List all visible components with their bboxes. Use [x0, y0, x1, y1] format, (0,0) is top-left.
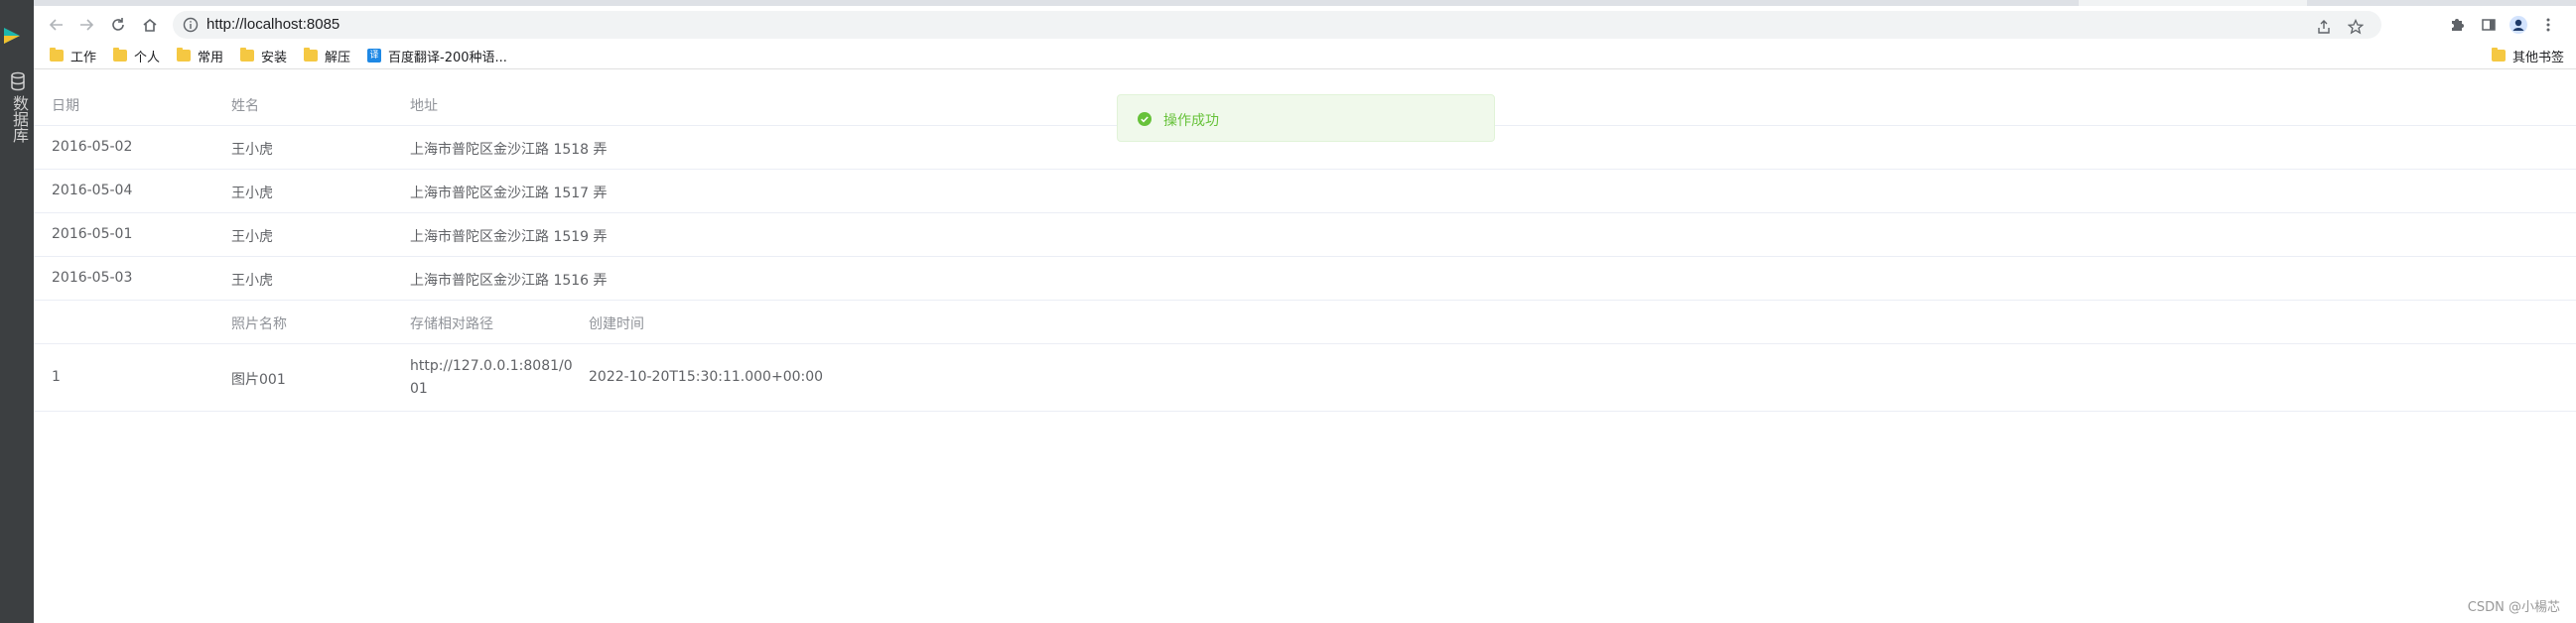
folder-icon — [177, 48, 191, 62]
photo-name-cell: 图片001 — [231, 372, 286, 388]
storage-path-cell: http://127.0.0.1:8081/0 01 — [410, 358, 573, 397]
table-row[interactable]: 2016-05-03 王小虎 上海市普陀区金沙江路 1516 弄 — [34, 257, 2576, 301]
date-cell: 2016-05-02 — [52, 139, 133, 155]
bookmarks-bar: 工作 个人 常用 安装 解压 译百度翻译-200种语... 其他书签 — [34, 42, 2576, 69]
column-header-address[interactable]: 地址 — [410, 95, 438, 115]
puzzle-icon — [2452, 19, 2464, 31]
column-header-photo-name[interactable]: 照片名称 — [231, 313, 287, 333]
share-icon — [2318, 20, 2330, 34]
folder-icon — [240, 48, 254, 62]
name-cell: 王小虎 — [231, 273, 273, 289]
back-button[interactable] — [46, 14, 68, 36]
app-logo-icon[interactable] — [2, 26, 22, 46]
profile-button[interactable] — [2508, 14, 2529, 36]
bookmark-folder[interactable]: 工作 — [50, 47, 96, 65]
side-panel-icon — [2482, 19, 2496, 31]
avatar-icon — [2509, 16, 2527, 34]
folder-icon — [304, 48, 318, 62]
success-toast: 操作成功 — [1117, 94, 1495, 142]
address-cell: 上海市普陀区金沙江路 1517 弄 — [410, 186, 608, 201]
page-content: 日期 姓名 地址 2016-05-02 王小虎 上海市普陀区金沙江路 1518 … — [34, 73, 2576, 623]
browser-chrome: http://localhost:8085 工作 个人 常用 安装 解压 译百度… — [34, 0, 2576, 73]
star-icon — [2348, 19, 2364, 35]
more-vert-icon — [2546, 18, 2550, 32]
reload-icon — [112, 18, 124, 31]
arrow-right-icon — [80, 19, 94, 31]
watermark: CSDN @小楊芯 — [2467, 600, 2560, 615]
column-header-date[interactable]: 日期 — [52, 95, 79, 115]
date-cell: 2016-05-04 — [52, 183, 133, 198]
url-text[interactable]: http://localhost:8085 — [206, 17, 339, 33]
bookmark-baidu-translate[interactable]: 译百度翻译-200种语... — [367, 47, 507, 65]
database-icon[interactable] — [10, 71, 26, 91]
translate-icon: 译 — [367, 49, 381, 62]
date-cell: 2016-05-01 — [52, 226, 133, 242]
extensions-button[interactable] — [2446, 14, 2468, 36]
browser-toolbar: http://localhost:8085 — [34, 6, 2576, 42]
folder-icon — [50, 48, 64, 62]
toast-message: 操作成功 — [1163, 113, 1219, 129]
photo-table-header: 照片名称 存储相对路径 创建时间 — [34, 301, 2576, 344]
forward-button[interactable] — [75, 14, 97, 36]
address-bar[interactable]: http://localhost:8085 — [173, 11, 2381, 39]
id-cell: 1 — [52, 369, 61, 385]
date-cell: 2016-05-03 — [52, 270, 133, 286]
bookmark-folder[interactable]: 安装 — [240, 47, 287, 65]
other-bookmarks-folder[interactable]: 其他书签 — [2492, 47, 2564, 65]
folder-icon — [2492, 48, 2506, 62]
bookmark-folder[interactable]: 常用 — [177, 47, 223, 65]
side-panel-button[interactable] — [2478, 14, 2500, 36]
name-cell: 王小虎 — [231, 186, 273, 201]
folder-icon — [113, 48, 127, 62]
address-cell: 上海市普陀区金沙江路 1518 弄 — [410, 142, 608, 158]
address-cell: 上海市普陀区金沙江路 1516 弄 — [410, 273, 608, 289]
bookmark-star-button[interactable] — [2347, 18, 2365, 36]
bookmark-folder[interactable]: 个人 — [113, 47, 160, 65]
table-row[interactable]: 2016-05-04 王小虎 上海市普陀区金沙江路 1517 弄 — [34, 170, 2576, 213]
bookmark-folder[interactable]: 解压 — [304, 47, 350, 65]
name-cell: 王小虎 — [231, 142, 273, 158]
menu-button[interactable] — [2537, 14, 2559, 36]
table-row[interactable]: 2016-05-01 王小虎 上海市普陀区金沙江路 1519 弄 — [34, 213, 2576, 257]
home-icon — [143, 18, 157, 32]
column-header-storage-path[interactable]: 存储相对路径 — [410, 313, 493, 333]
check-circle-icon — [1138, 112, 1152, 126]
home-button[interactable] — [139, 14, 161, 36]
name-cell: 王小虎 — [231, 229, 273, 245]
arrow-left-icon — [49, 19, 63, 31]
created-time-cell: 2022-10-20T15:30:11.000+00:00 — [589, 369, 824, 385]
column-header-created-time[interactable]: 创建时间 — [589, 313, 644, 333]
share-button[interactable] — [2315, 18, 2333, 36]
info-icon[interactable] — [183, 17, 199, 33]
address-cell: 上海市普陀区金沙江路 1519 弄 — [410, 229, 608, 245]
db-tool-strip: 数据库 — [0, 0, 34, 623]
column-header-name[interactable]: 姓名 — [231, 95, 259, 115]
reload-button[interactable] — [107, 14, 129, 36]
database-tab-label[interactable]: 数据库 — [8, 95, 29, 143]
photo-table-row[interactable]: 1 图片001 http://127.0.0.1:8081/0 01 2022-… — [34, 344, 2576, 412]
